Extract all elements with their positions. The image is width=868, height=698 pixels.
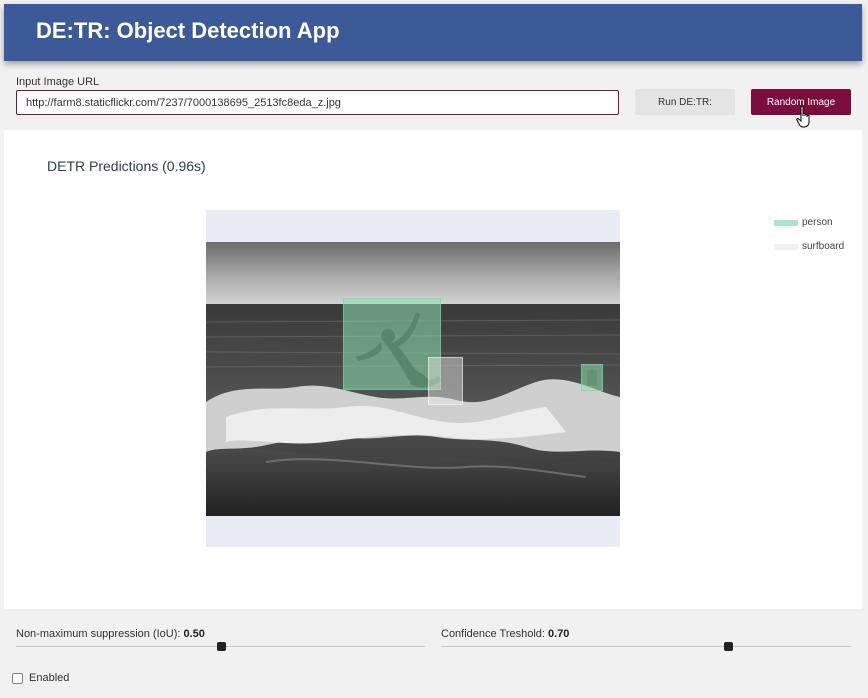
- legend-label-surfboard: surfboard: [802, 241, 845, 252]
- detection-box-surfboard: [428, 357, 463, 405]
- detection-image[interactable]: [206, 242, 620, 516]
- nms-slider-thumb[interactable]: [217, 642, 226, 651]
- legend-label-person: person: [802, 217, 833, 228]
- app-header: DE:TR: Object Detection App: [4, 4, 862, 61]
- run-detr-button[interactable]: Run DE:TR:: [635, 89, 735, 115]
- enabled-label[interactable]: Enabled: [29, 672, 69, 684]
- legend-swatch-person: [774, 220, 798, 226]
- hand-pointer-icon: [796, 105, 810, 128]
- nms-label-text: Non-maximum suppression (IoU):: [16, 628, 184, 640]
- app-title: DE:TR: Object Detection App: [36, 18, 340, 43]
- legend-item-person[interactable]: person: [774, 216, 864, 230]
- nms-slider-label: Non-maximum suppression (IoU): 0.50: [16, 628, 205, 640]
- url-label: Input Image URL: [16, 76, 100, 88]
- confidence-slider-track[interactable]: [441, 646, 851, 647]
- predictions-panel: DETR Predictions (0.96s) person surfboar…: [4, 130, 862, 609]
- confidence-slider-thumb[interactable]: [724, 642, 733, 651]
- confidence-value: 0.70: [548, 628, 570, 640]
- confidence-label-text: Confidence Treshold:: [441, 628, 549, 640]
- legend-swatch-surfboard: [774, 244, 798, 250]
- legend-item-surfboard[interactable]: surfboard: [774, 240, 864, 254]
- detection-box-person: [343, 298, 441, 390]
- detection-box-person-small: [581, 364, 603, 391]
- url-input[interactable]: [16, 90, 619, 115]
- enabled-checkbox[interactable]: [12, 673, 23, 684]
- confidence-slider-label: Confidence Treshold: 0.70: [441, 628, 569, 640]
- predictions-title: DETR Predictions (0.96s): [47, 158, 206, 174]
- nms-value: 0.50: [183, 628, 205, 640]
